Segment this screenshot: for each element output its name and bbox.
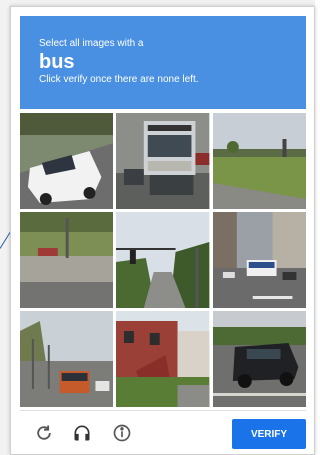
tile-8[interactable]	[116, 311, 210, 407]
challenge-subtext: Click verify once there are none left.	[39, 74, 199, 85]
challenge-target: bus	[39, 51, 75, 73]
tile-1[interactable]	[20, 113, 114, 209]
image-grid	[20, 113, 306, 407]
verify-button[interactable]: VERIFY	[232, 419, 306, 449]
challenge-header: Select all images with a bus Click verif…	[20, 16, 306, 109]
tile-6[interactable]	[212, 212, 306, 308]
challenge-instruction: Select all images with a	[39, 38, 144, 49]
tile-3[interactable]	[212, 113, 306, 209]
tile-5[interactable]	[116, 212, 210, 308]
reload-icon[interactable]	[34, 423, 54, 443]
tile-4[interactable]	[20, 212, 114, 308]
info-icon[interactable]	[112, 423, 132, 443]
tile-7[interactable]	[20, 311, 114, 407]
captcha-dialog: Select all images with a bus Click verif…	[10, 6, 315, 455]
captcha-footer: VERIFY	[20, 410, 306, 449]
headphones-icon[interactable]	[72, 423, 92, 443]
tile-9[interactable]	[212, 311, 306, 407]
tile-2[interactable]	[116, 113, 210, 209]
